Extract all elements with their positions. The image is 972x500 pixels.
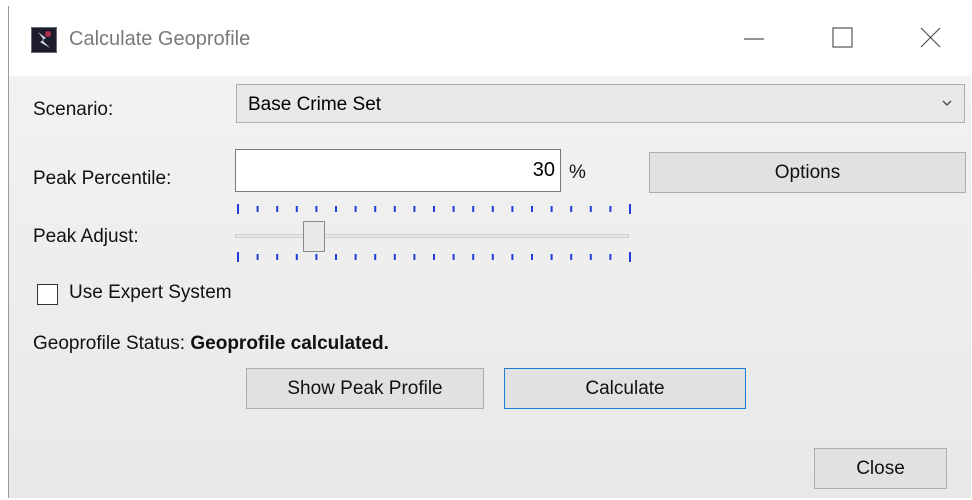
window-title: Calculate Geoprofile [69,28,251,50]
maximize-icon [832,27,853,48]
slider-tick [472,254,475,260]
slider-tick [570,254,573,260]
geoprofile-app-icon [31,27,57,53]
slider-tick [315,254,318,260]
slider-tick [629,204,631,214]
slider-tick [550,254,553,260]
peak-percentile-field[interactable] [235,149,561,192]
minimize-icon [744,38,764,40]
calculate-button[interactable]: Calculate [504,368,746,409]
maximize-button[interactable] [819,20,865,56]
slider-tick [609,206,612,212]
slider-tick [393,206,396,212]
slider-tick [433,254,435,260]
slider-tick [354,254,357,260]
slider-ticks-top [237,204,631,214]
peak-percentile-input[interactable] [236,150,560,191]
dialog-body: Scenario: Base Crime Set Peak Percentile… [9,76,971,498]
close-window-button[interactable] [907,20,953,56]
slider-tick [237,252,239,262]
slider-tick [393,254,396,260]
slider-tick [531,254,533,260]
slider-tick [629,252,631,262]
slider-tick [413,206,416,212]
percent-unit-label: % [569,162,586,183]
options-button[interactable]: Options [649,152,966,193]
slider-tick [511,206,514,212]
slider-tick [472,206,475,212]
geoprofile-status-value: Geoprofile calculated. [190,333,389,354]
minimize-button[interactable] [731,20,777,56]
slider-tick [511,254,514,260]
slider-tick [335,254,337,260]
show-peak-profile-button[interactable]: Show Peak Profile [246,368,484,409]
slider-tick [374,254,377,260]
close-button[interactable]: Close [814,448,947,489]
slider-tick [589,206,592,212]
use-expert-system-label[interactable]: Use Expert System [69,282,232,304]
scenario-selected-value: Base Crime Set [248,94,382,115]
slider-tick [550,206,553,212]
title-bar[interactable]: Calculate Geoprofile [9,6,971,76]
slider-tick [491,254,494,260]
slider-tick [335,206,337,212]
slider-tick [354,206,357,212]
peak-adjust-slider[interactable] [235,234,629,238]
slider-tick [413,254,416,260]
scenario-dropdown[interactable]: Base Crime Set [236,84,965,123]
slider-tick [589,254,592,260]
slider-tick [531,206,533,212]
slider-tick [315,206,318,212]
slider-tick [256,206,259,212]
slider-tick [276,206,279,212]
slider-tick [491,206,494,212]
slider-ticks-bottom [237,252,631,262]
slider-tick [433,206,435,212]
slider-tick [295,254,298,260]
slider-tick [374,206,377,212]
peak-adjust-slider-thumb[interactable] [303,221,325,252]
slider-tick [452,206,455,212]
slider-tick [256,254,259,260]
close-icon [920,27,941,48]
slider-tick [295,206,298,212]
geoprofile-status-label: Geoprofile Status: [33,333,186,354]
scenario-label: Scenario: [33,99,114,120]
slider-tick [276,254,279,260]
chevron-down-icon [942,100,952,106]
geoprofile-status: Geoprofile Status: Geoprofile calculated… [33,333,389,355]
calculate-geoprofile-window: Calculate Geoprofile Scenario: Base Crim… [8,6,971,498]
peak-adjust-label: Peak Adjust: [33,226,139,247]
peak-percentile-label: Peak Percentile: [33,168,172,189]
slider-tick [237,204,239,214]
slider-tick [570,206,573,212]
slider-tick [609,254,612,260]
use-expert-system-checkbox[interactable] [37,284,58,305]
slider-tick [452,254,455,260]
